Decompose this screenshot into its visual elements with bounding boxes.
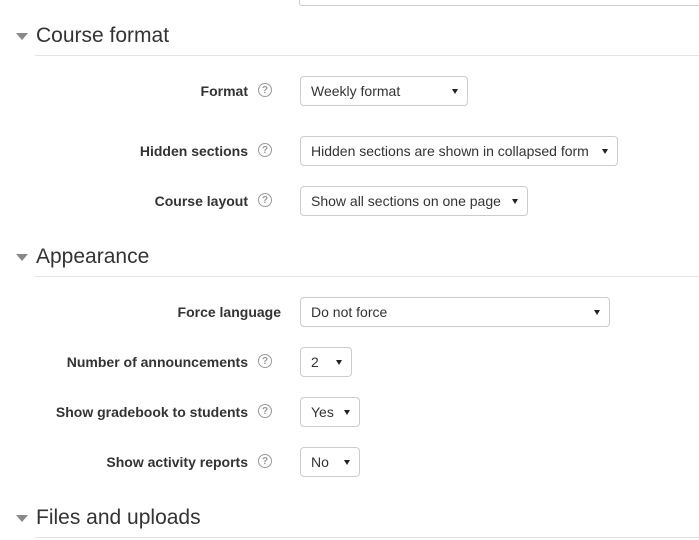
caret-down-icon <box>16 253 28 261</box>
question-circle-icon[interactable]: ? <box>258 193 272 207</box>
field-label: Show gradebook to students <box>55 404 248 420</box>
select-value: Do not force <box>311 304 388 320</box>
select-value: 2 <box>311 354 319 370</box>
gradebook-select[interactable]: Yes <box>300 397 360 427</box>
field-label: Hidden sections <box>139 143 248 159</box>
dropdown-caret-icon <box>336 360 342 365</box>
question-circle-icon[interactable]: ? <box>258 454 272 468</box>
question-circle-icon[interactable]: ? <box>258 83 272 97</box>
form-row-announcements: Number of announcements ? 2 <box>0 347 699 377</box>
dropdown-caret-icon <box>602 149 608 154</box>
section-title: Course format <box>36 24 170 47</box>
question-circle-icon[interactable]: ? <box>258 143 272 157</box>
select-value: Yes <box>311 404 334 420</box>
form-row-force-language: Force language Do not force <box>0 297 699 327</box>
dropdown-caret-icon <box>594 310 600 315</box>
field-label: Format <box>200 83 248 99</box>
field-label: Number of announcements <box>66 354 248 370</box>
activity-reports-select[interactable]: No <box>300 447 360 477</box>
caret-down-icon <box>16 32 28 40</box>
course-layout-select[interactable]: Show all sections on one page <box>300 186 528 216</box>
section-header-files-uploads[interactable]: Files and uploads <box>16 503 201 533</box>
section-title: Appearance <box>36 245 150 268</box>
section-title: Files and uploads <box>36 506 201 529</box>
section-header-appearance[interactable]: Appearance <box>16 242 149 272</box>
section-header-course-format[interactable]: Course format <box>16 21 169 51</box>
section-divider <box>35 537 699 538</box>
hidden-sections-select[interactable]: Hidden sections are shown in collapsed f… <box>300 136 618 166</box>
force-language-select[interactable]: Do not force <box>300 297 610 327</box>
field-label: Force language <box>177 304 281 320</box>
form-row-hidden-sections: Hidden sections ? Hidden sections are sh… <box>0 136 699 166</box>
format-select[interactable]: Weekly format <box>300 76 468 106</box>
announcements-select[interactable]: 2 <box>300 347 352 377</box>
dropdown-caret-icon <box>344 460 350 465</box>
question-circle-icon[interactable]: ? <box>258 354 272 368</box>
field-label: Course layout <box>154 193 248 209</box>
form-row-format: Format ? Weekly format <box>0 76 699 106</box>
field-label: Show activity reports <box>106 454 248 470</box>
select-value: Weekly format <box>311 83 401 99</box>
select-value: Show all sections on one page <box>311 193 501 209</box>
form-row-gradebook: Show gradebook to students ? Yes <box>0 397 699 427</box>
dropdown-caret-icon <box>512 199 518 204</box>
select-value: Hidden sections are shown in collapsed f… <box>311 143 589 159</box>
select-value: No <box>311 454 329 470</box>
dropdown-caret-icon <box>344 410 350 415</box>
caret-down-icon <box>16 514 28 522</box>
form-row-course-layout: Course layout ? Show all sections on one… <box>0 186 699 216</box>
section-divider <box>35 55 699 56</box>
form-row-activity-reports: Show activity reports ? No <box>0 447 699 477</box>
question-circle-icon[interactable]: ? <box>258 404 272 418</box>
dropdown-caret-icon <box>452 89 458 94</box>
previous-field-box <box>299 0 699 6</box>
section-divider <box>35 276 699 277</box>
